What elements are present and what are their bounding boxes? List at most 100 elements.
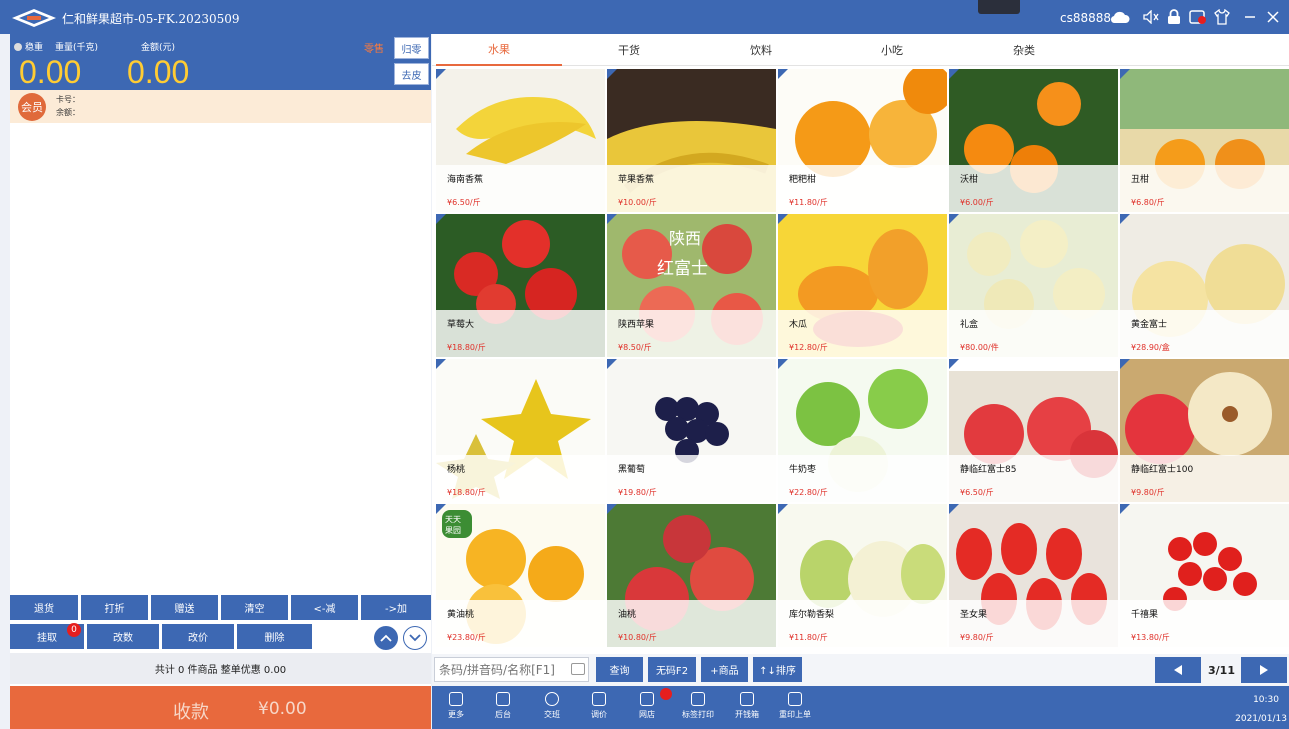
checkout-amount: ¥0.00 — [258, 699, 307, 719]
corner-tag — [778, 504, 788, 514]
close-icon[interactable] — [1263, 8, 1283, 26]
product-name: 油桃 — [618, 610, 637, 620]
product-card-jingling-fuji-100[interactable]: 静临红富士100 ¥9.80/斤 — [1120, 359, 1289, 502]
next-page-button[interactable] — [1241, 657, 1287, 683]
minimize-icon[interactable] — [1240, 8, 1260, 26]
product-card-gift-box[interactable]: 礼盒 ¥80.00/件 — [949, 214, 1118, 357]
member-balance-label: 余额： — [56, 108, 80, 117]
open-drawer-button[interactable]: 开钱箱 — [735, 692, 759, 720]
reprint-button[interactable]: 重印上单 — [779, 692, 811, 720]
query-button[interactable]: 查询 — [596, 657, 643, 682]
product-card-shaanxi-apple[interactable]: 陕西 红富士 陕西苹果 ¥8.50/斤 — [607, 214, 776, 357]
weight-label: 重量(千克) — [55, 43, 99, 53]
product-card-milk-jujube[interactable]: 牛奶枣 ¥22.80/斤 — [778, 359, 947, 502]
tab-snacks[interactable]: 小吃 — [829, 34, 955, 66]
corner-tag — [436, 504, 446, 514]
settings-icon[interactable] — [1188, 8, 1208, 26]
corner-tag — [778, 359, 788, 369]
add-product-button[interactable]: +商品 — [701, 657, 748, 682]
product-card-nectarine[interactable]: 油桃 ¥10.80/斤 — [607, 504, 776, 647]
member-button[interactable]: 会员 — [18, 93, 46, 121]
cart-list[interactable] — [10, 123, 431, 595]
product-grid: 海南香蕉 ¥6.50/斤 苹果香蕉 ¥10.00/斤 粑粑柑 ¥11.80/斤 沃柑 ¥6.0… — [436, 69, 1289, 652]
gift-button[interactable]: 赠送 — [151, 595, 218, 620]
corner-tag — [607, 69, 617, 79]
label-print-label: 标签打印 — [682, 710, 714, 719]
price-adjust-button[interactable]: 调价 — [591, 692, 607, 720]
product-card-golden-fuji[interactable]: 黄金富士 ¥28.90/盒 — [1120, 214, 1289, 357]
product-card-hainan-banana[interactable]: 海南香蕉 ¥6.50/斤 — [436, 69, 605, 212]
product-card-ugly-tangerine[interactable]: 丑柑 ¥6.80/斤 — [1120, 69, 1289, 212]
checkout-button[interactable]: 收款 ¥0.00 — [10, 686, 431, 729]
stable-dot-icon — [14, 43, 22, 51]
zero-button[interactable]: 归零 — [394, 37, 429, 59]
product-card-apple-banana[interactable]: 苹果香蕉 ¥10.00/斤 — [607, 69, 776, 212]
online-store-button[interactable]: 网店 — [639, 692, 655, 720]
return-button[interactable]: 退货 — [10, 595, 78, 620]
product-name: 黑葡萄 — [618, 465, 646, 475]
shift-handover-button[interactable]: 交班 — [544, 692, 560, 720]
scroll-down-button[interactable] — [403, 626, 427, 650]
product-price: ¥22.80/斤 — [789, 488, 828, 497]
product-price: ¥10.00/斤 — [618, 198, 657, 207]
product-name: 陕西苹果 — [618, 320, 655, 330]
product-card-papaya[interactable]: 木瓜 ¥12.80/斤 — [778, 214, 947, 357]
clear-button[interactable]: 清空 — [221, 595, 288, 620]
product-price: ¥23.80/斤 — [447, 633, 486, 642]
app-title: 仁和鲜果超市-05-FK.20230509 — [62, 12, 240, 26]
sort-button[interactable]: ↑↓排序 — [753, 657, 802, 682]
tab-misc[interactable]: 杂类 — [961, 34, 1087, 66]
corner-tag — [1120, 69, 1130, 79]
product-card-korla-pear[interactable]: 库尔勒香梨 ¥11.80/斤 — [778, 504, 947, 647]
product-name: 粑粑柑 — [789, 175, 817, 185]
discount-button[interactable]: 打折 — [81, 595, 148, 620]
more-button[interactable]: 更多 — [448, 692, 464, 720]
increase-button[interactable]: ->加 — [361, 595, 431, 620]
product-card-wo-mandarin[interactable]: 沃柑 ¥6.00/斤 — [949, 69, 1118, 212]
product-card-jingling-fuji-85[interactable]: 静临红富士85 ¥6.50/斤 — [949, 359, 1118, 502]
prev-page-button[interactable] — [1155, 657, 1201, 683]
search-input[interactable] — [434, 657, 589, 682]
product-card-yellow-peach[interactable]: 天天 果园 黄油桃 ¥23.80/斤 — [436, 504, 605, 647]
checkout-label: 收款 — [173, 702, 209, 723]
product-card-cherry-tomato[interactable]: 圣女果 ¥9.80/斤 — [949, 504, 1118, 647]
corner-tag — [1120, 504, 1130, 514]
product-price: ¥11.80/斤 — [789, 633, 828, 642]
lock-icon[interactable] — [1164, 8, 1184, 26]
product-price: ¥6.50/斤 — [960, 488, 994, 497]
product-card-black-grape[interactable]: 黑葡萄 ¥19.80/斤 — [607, 359, 776, 502]
product-card-strawberry[interactable]: 草莓大 ¥18.80/斤 — [436, 214, 605, 357]
amount-label: 金额(元) — [141, 43, 176, 53]
decrease-button[interactable]: <-减 — [291, 595, 358, 620]
tab-drinks[interactable]: 饮料 — [698, 34, 824, 66]
online-store-label: 网店 — [639, 710, 655, 719]
delete-button[interactable]: 删除 — [237, 624, 312, 649]
tab-fruit[interactable]: 水果 — [436, 34, 562, 66]
scroll-up-button[interactable] — [374, 626, 398, 650]
label-print-button[interactable]: 标签打印 — [682, 692, 714, 720]
product-card-star-fruit[interactable]: 杨桃 ¥18.80/斤 — [436, 359, 605, 502]
backend-button[interactable]: 后台 — [495, 692, 511, 720]
keyboard-icon[interactable] — [571, 663, 585, 675]
corner-tag — [436, 359, 446, 369]
volume-icon[interactable] — [1141, 8, 1161, 26]
cloud-icon[interactable] — [1110, 8, 1130, 26]
change-qty-button[interactable]: 改数 — [87, 624, 159, 649]
product-name: 黄金富士 — [1131, 320, 1168, 330]
tab-dry-goods[interactable]: 干货 — [566, 34, 692, 66]
no-barcode-button[interactable]: 无码F2 — [648, 657, 696, 682]
title-bar: 仁和鲜果超市-05-FK.20230509 cs88888 — [0, 0, 1289, 34]
bottom-menu: 更多 后台 交班 调价 网店 标签打印 开钱箱 重印上单 10:30 2021/… — [432, 686, 1289, 729]
tare-button[interactable]: 去皮 — [394, 63, 429, 85]
hold-count-badge: 0 — [67, 623, 81, 637]
product-card-baba-mandarin[interactable]: 粑粑柑 ¥11.80/斤 — [778, 69, 947, 212]
chevron-up-icon — [380, 634, 392, 642]
product-name: 苹果香蕉 — [618, 175, 655, 185]
amount-value: 0.00 — [127, 54, 190, 90]
more-label: 更多 — [448, 710, 464, 719]
corner-tag — [607, 214, 617, 224]
corner-tag — [436, 214, 446, 224]
change-price-button[interactable]: 改价 — [162, 624, 234, 649]
product-card-qianxi-tomato[interactable]: 千禧果 ¥13.80/斤 — [1120, 504, 1289, 647]
shirt-icon[interactable] — [1212, 8, 1232, 26]
